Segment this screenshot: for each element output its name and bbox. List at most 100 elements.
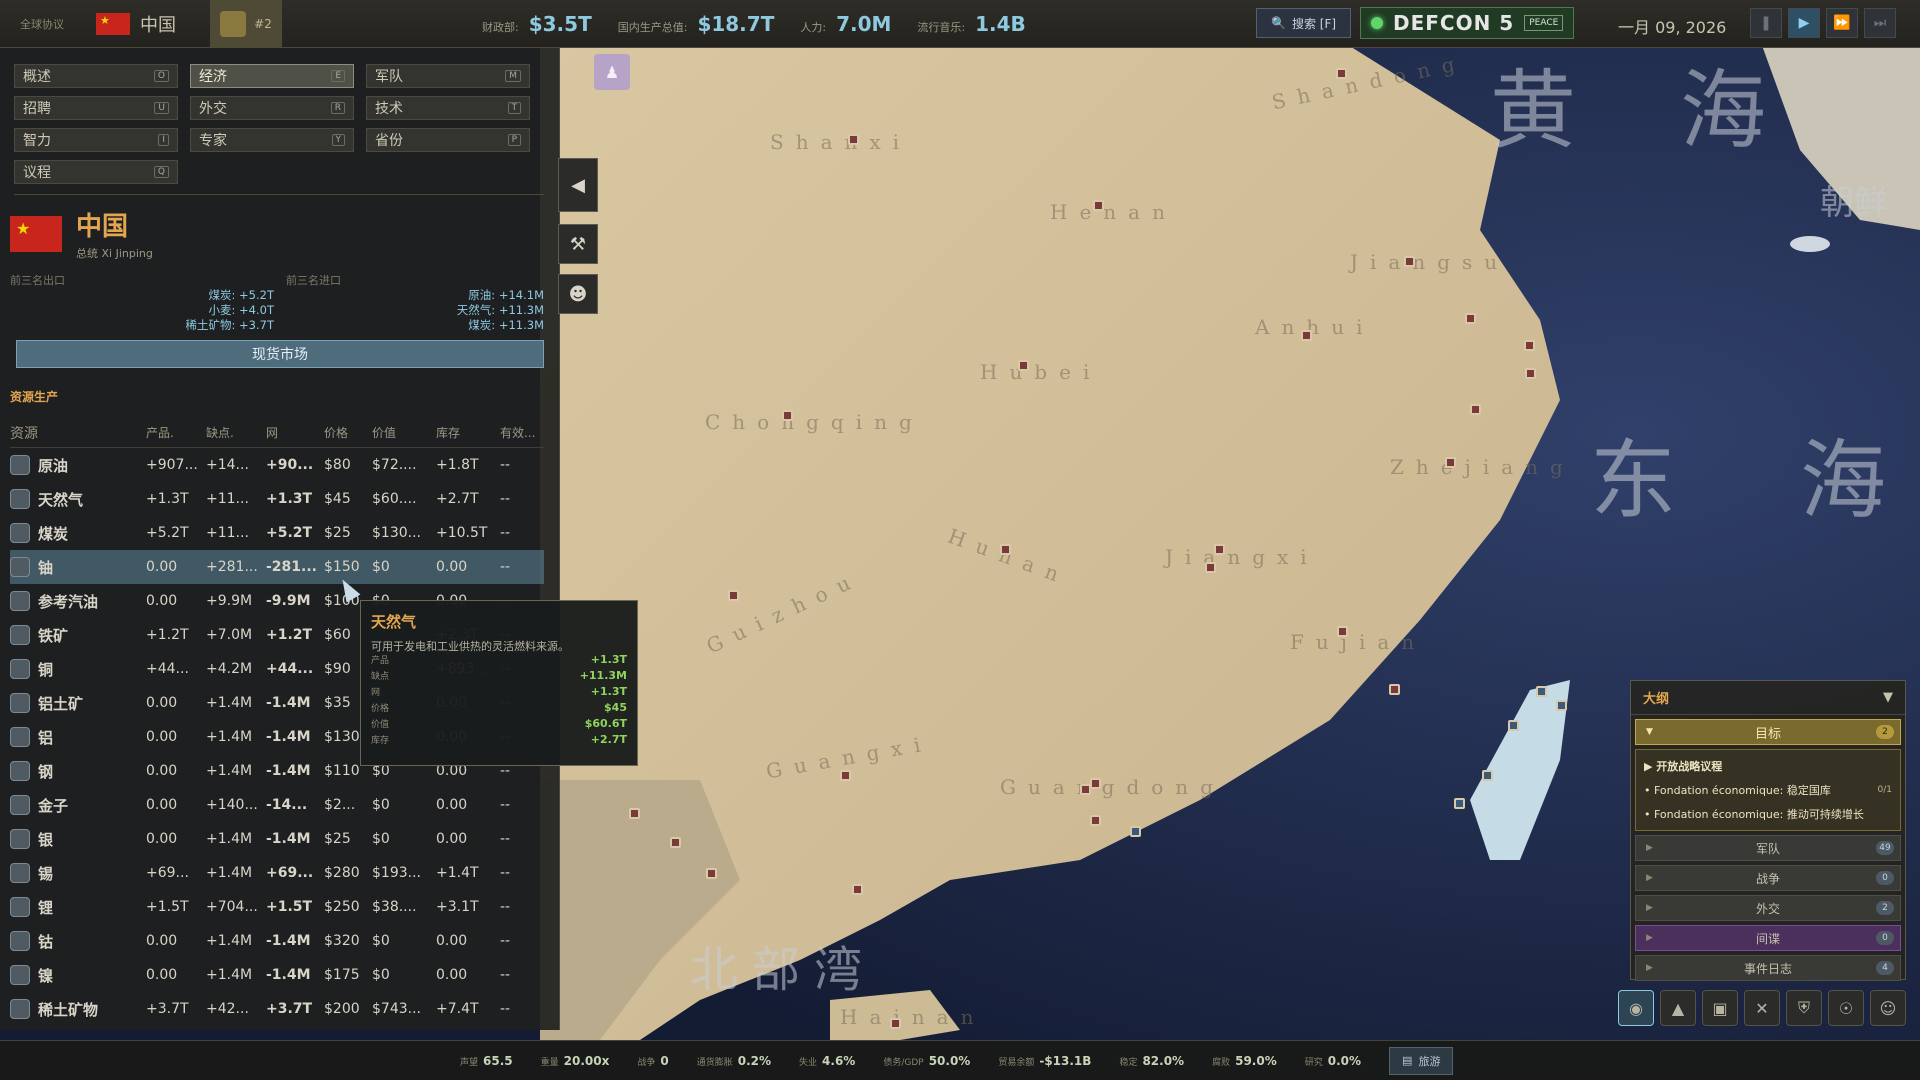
column-header[interactable]: 缺点. — [206, 424, 266, 441]
agreement-label[interactable]: 全球协议 — [20, 16, 96, 32]
city-marker[interactable] — [1536, 686, 1547, 697]
column-header[interactable]: 库存 — [436, 424, 500, 441]
ai-mode-button[interactable]: ☺ — [1870, 990, 1906, 1026]
city-marker[interactable] — [1301, 330, 1312, 341]
stat-pop[interactable]: 流行音乐: 1.4B — [917, 12, 1025, 36]
city-marker[interactable] — [1214, 544, 1225, 555]
city-marker[interactable] — [1018, 360, 1029, 371]
city-marker[interactable] — [629, 808, 640, 819]
spot-market-button[interactable]: 现货市场 — [16, 340, 544, 368]
city-marker[interactable] — [1454, 798, 1465, 809]
rank-badge[interactable]: #2 — [210, 0, 282, 48]
table-row[interactable]: 锂 +1.5T +704... +1.5T $250 $38.... +3.1T -- — [10, 890, 544, 924]
city-marker[interactable] — [1556, 700, 1567, 711]
intel-mode-button[interactable]: ☉ — [1828, 990, 1864, 1026]
stat-trade-balance[interactable]: 贸易余额 -$13.1B — [998, 1054, 1091, 1068]
stat-prestige[interactable]: 声望 65.5 — [460, 1054, 513, 1068]
column-header[interactable]: 价格 — [324, 424, 372, 441]
speed-2-button[interactable]: ⏩ — [1826, 8, 1858, 38]
stat-stability[interactable]: 稳定 82.0% — [1119, 1054, 1184, 1068]
tab-provinces[interactable]: 省份 P — [366, 128, 530, 152]
city-marker[interactable] — [890, 1018, 901, 1029]
stat-corruption[interactable]: 腐败 59.0% — [1212, 1054, 1277, 1068]
map-mode-button[interactable]: ♟ — [594, 54, 630, 90]
stat-manpower[interactable]: 人力: 7.0M — [800, 12, 891, 36]
stat-research[interactable]: 研究 0.0% — [1305, 1054, 1361, 1068]
category-war[interactable]: ▶ 战争 0 — [1635, 865, 1901, 891]
stat-inflation[interactable]: 通货膨胀 0.2% — [697, 1054, 771, 1068]
city-marker[interactable] — [1090, 815, 1101, 826]
city-marker[interactable] — [1508, 720, 1519, 731]
city-marker[interactable] — [1525, 368, 1536, 379]
tab-recruit[interactable]: 招聘 U — [14, 96, 178, 120]
table-row[interactable]: 天然气 +1.3T +11... +1.3T $45 $60.... +2.7T -- — [10, 482, 544, 516]
city-marker[interactable] — [848, 134, 859, 145]
city-marker[interactable] — [1445, 457, 1456, 468]
search-button[interactable]: 🔍 搜索 [F] — [1256, 8, 1352, 38]
category-event-log[interactable]: ▶ 事件日志 4 — [1635, 955, 1901, 981]
table-row[interactable]: 稀土矿物 +3.7T +42... +3.7T $200 $743... +7.4T -- — [10, 992, 544, 1026]
collapse-panel-button[interactable]: ◀ — [558, 158, 598, 212]
column-header[interactable]: 网 — [266, 424, 324, 441]
city-marker[interactable] — [1000, 544, 1011, 555]
table-row[interactable]: 锡 +69... +1.4M +69... $280 $193... +1.4T -- — [10, 856, 544, 890]
political-mode-button[interactable]: ◉ — [1618, 990, 1654, 1026]
tab-agenda[interactable]: 议程 Q — [14, 160, 178, 184]
objective-item[interactable]: ▶ 开放战略议程 — [1644, 754, 1892, 778]
table-row[interactable]: 煤炭 +5.2T +11... +5.2T $25 $130... +10.5T -- — [10, 516, 544, 550]
combat-mode-button[interactable]: ✕ — [1744, 990, 1780, 1026]
city-marker[interactable] — [782, 410, 793, 421]
city-marker[interactable] — [1093, 200, 1104, 211]
speed-1-button[interactable]: ▶ — [1788, 8, 1820, 38]
objective-item[interactable]: • Fondation économique: 稳定国库 0/1 — [1644, 778, 1892, 802]
stat-debt-gdp[interactable]: 债务/GDP 50.0% — [883, 1054, 970, 1068]
table-row[interactable]: 镍 0.00 +1.4M -1.4M $175 $0 0.00 -- — [10, 958, 544, 992]
stat-weight[interactable]: 重量 20.00x — [541, 1054, 610, 1068]
column-header[interactable]: 资源 — [10, 423, 146, 443]
category-military[interactable]: ▶ 军队 49 — [1635, 835, 1901, 861]
city-marker[interactable] — [1524, 340, 1535, 351]
category-espionage[interactable]: ▶ 间谍 0 — [1635, 925, 1901, 951]
leader-button[interactable]: ☻ — [558, 274, 598, 314]
table-row[interactable]: 钴 0.00 +1.4M -1.4M $320 $0 0.00 -- — [10, 924, 544, 958]
tab-military[interactable]: 军队 M — [366, 64, 530, 88]
tab-experts[interactable]: 专家 Y — [190, 128, 354, 152]
city-marker[interactable] — [670, 837, 681, 848]
city-marker[interactable] — [1205, 562, 1216, 573]
objective-item[interactable]: • Fondation économique: 推动可持续增长 — [1644, 802, 1892, 826]
city-marker[interactable] — [1336, 68, 1347, 79]
defense-mode-button[interactable]: ⛨ — [1786, 990, 1822, 1026]
stat-gdp[interactable]: 国内生产总值: $18.7T — [618, 12, 775, 36]
city-marker[interactable] — [1337, 626, 1348, 637]
speed-3-button[interactable]: ⏭ — [1864, 8, 1896, 38]
tab-intelligence[interactable]: 智力 I — [14, 128, 178, 152]
category-diplomacy[interactable]: ▶ 外交 2 — [1635, 895, 1901, 921]
pause-button[interactable]: ❚ — [1750, 8, 1782, 38]
city-marker[interactable] — [1130, 826, 1141, 837]
tab-technology[interactable]: 技术 T — [366, 96, 530, 120]
city-marker[interactable] — [852, 884, 863, 895]
table-row[interactable]: 金子 0.00 +140... -14... $2... $0 0.00 -- — [10, 788, 544, 822]
build-button[interactable]: ⚒ — [558, 224, 598, 264]
tab-economy[interactable]: 经济 E — [190, 64, 354, 88]
table-row[interactable]: 银 0.00 +1.4M -1.4M $25 $0 0.00 -- — [10, 822, 544, 856]
tourism-button[interactable]: ▤ 旅游 — [1389, 1046, 1454, 1075]
objectives-toggle[interactable]: ▼ 目标 2 — [1635, 719, 1901, 745]
column-header[interactable]: 价值 — [372, 424, 436, 441]
country-name[interactable]: 中国 — [140, 11, 210, 37]
stat-treasury[interactable]: 财政部: $3.5T — [482, 12, 592, 36]
tab-overview[interactable]: 概述 O — [14, 64, 178, 88]
column-header[interactable]: 产品. — [146, 424, 206, 441]
city-marker[interactable] — [840, 770, 851, 781]
city-marker[interactable] — [1465, 313, 1476, 324]
tab-diplomacy[interactable]: 外交 R — [190, 96, 354, 120]
units-mode-button[interactable]: ▣ — [1702, 990, 1738, 1026]
stat-unemployment[interactable]: 失业 4.6% — [799, 1054, 855, 1068]
table-row[interactable]: 铀 0.00 +281... -281... $150 $0 0.00 -- — [10, 550, 544, 584]
stat-wars[interactable]: 战争 0 — [637, 1054, 668, 1068]
city-marker[interactable] — [728, 590, 739, 601]
outline-header[interactable]: 大纲 ▼ — [1631, 681, 1905, 715]
table-row[interactable]: 原油 +907... +14... +90... $80 $72.... +1.8T -- — [10, 448, 544, 482]
city-marker[interactable] — [1482, 770, 1493, 781]
defcon-indicator[interactable]: DEFCON 5 PEACE — [1360, 7, 1575, 39]
